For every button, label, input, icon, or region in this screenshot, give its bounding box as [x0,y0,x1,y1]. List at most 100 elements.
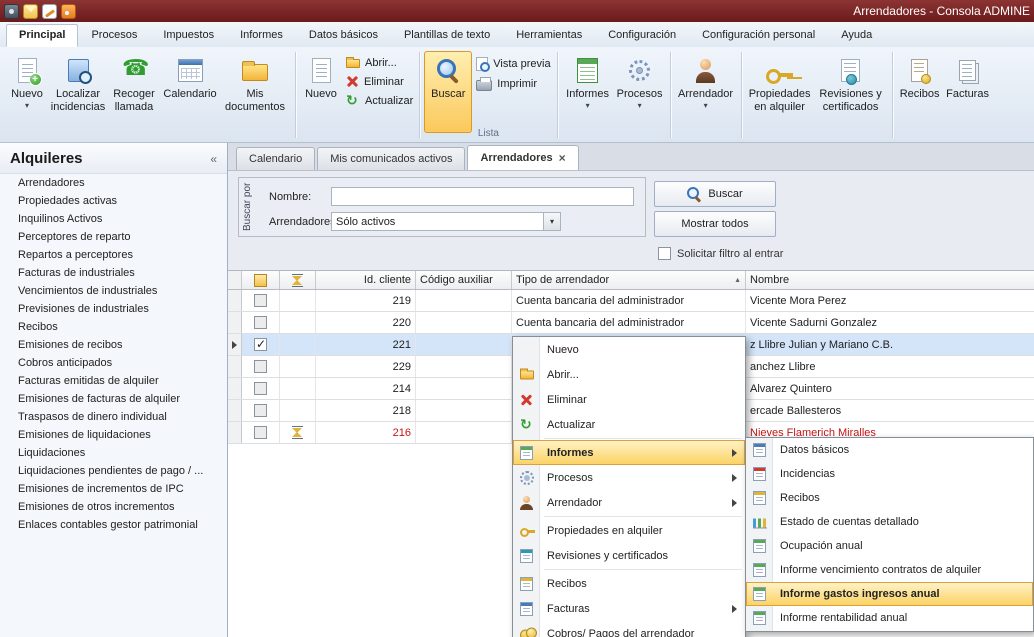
collapse-icon[interactable]: « [210,152,217,166]
ribbon-abrir-button[interactable]: Abrir... [346,56,413,69]
ribbon-imprimir-button[interactable]: Imprimir [476,77,550,91]
mostrar-todos-button[interactable]: Mostrar todos [654,211,776,237]
ribbon-localizar-incidencias-button[interactable]: Localizar incidencias [49,51,107,133]
ribbon-nuevo2-button[interactable]: Nuevo [300,51,342,133]
nombre-input[interactable] [331,187,634,206]
ctx-item-cobros-pagos[interactable]: Cobros/ Pagos del arrendador [513,621,745,637]
ribbon-actualizar-button[interactable]: Actualizar [346,92,413,109]
ribbon-tab-configuracion[interactable]: Configuración [595,24,689,47]
feed-icon[interactable] [61,3,76,19]
ribbon-mis-documentos-button[interactable]: Mis documentos [219,51,291,133]
sub-item-datos-basicos[interactable]: Datos básicos [746,438,1033,462]
ribbon-facturas-button[interactable]: Facturas [943,51,993,133]
sidebar-item-incrementos-ipc[interactable]: Emisiones de incrementos de IPC [0,480,227,498]
row-checkbox[interactable] [254,404,267,417]
col-header-tipo-arrendador[interactable]: Tipo de arrendador ▲ [512,271,746,289]
ribbon-calendario-button[interactable]: Calendario [161,51,219,133]
ctx-item-eliminar[interactable]: Eliminar [513,387,745,412]
ribbon-procesos-button[interactable]: Procesos [614,51,666,133]
sub-item-recibos[interactable]: Recibos [746,486,1033,510]
sidebar-item-arrendadores[interactable]: Arrendadores [0,174,227,192]
ctx-item-abrir[interactable]: Abrir... [513,362,745,387]
row-checkbox[interactable] [254,337,267,351]
sidebar-item-perceptores[interactable]: Perceptores de reparto [0,228,227,246]
tab-calendario[interactable]: Calendario [236,147,316,170]
col-header-checkbox[interactable] [242,271,280,289]
ribbon-tab-plantillas[interactable]: Plantillas de texto [391,24,503,47]
solicitar-filtro-checkbox[interactable] [658,247,671,260]
sub-item-vencimiento-contratos[interactable]: Informe vencimiento contratos de alquile… [746,558,1033,582]
ctx-item-actualizar[interactable]: Actualizar [513,412,745,437]
sidebar-item-propiedades-activas[interactable]: Propiedades activas [0,192,227,210]
ribbon-buscar-button[interactable]: Buscar [424,51,473,133]
sub-item-ocupacion-anual[interactable]: Ocupación anual [746,534,1033,558]
row-checkbox[interactable] [254,316,267,329]
ctx-item-facturas[interactable]: Facturas [513,596,745,621]
ribbon-vista-previa-button[interactable]: Vista previa [476,57,551,72]
app-icon[interactable] [4,3,19,19]
sub-item-incidencias[interactable]: Incidencias [746,462,1033,486]
ctx-item-recibos[interactable]: Recibos [513,571,745,596]
sub-item-gastos-ingresos-anual[interactable]: Informe gastos ingresos anual [746,582,1033,606]
ribbon-tab-configuracion-personal[interactable]: Configuración personal [689,24,828,47]
ctx-item-propiedades[interactable]: Propiedades en alquiler [513,518,745,543]
ribbon-propiedades-button[interactable]: Propiedades en alquiler [746,51,814,133]
ribbon-recibos-button[interactable]: Recibos [897,51,943,133]
mail-icon[interactable] [23,3,38,19]
sidebar-item-repartos[interactable]: Repartos a perceptores [0,246,227,264]
sidebar-item-vencimientos[interactable]: Vencimientos de industriales [0,282,227,300]
ribbon-tab-ayuda[interactable]: Ayuda [828,24,885,47]
ribbon-tab-herramientas[interactable]: Herramientas [503,24,595,47]
col-header-nombre[interactable]: Nombre [746,271,1034,289]
ribbon-tab-impuestos[interactable]: Impuestos [150,24,227,47]
sidebar-item-traspasos[interactable]: Traspasos de dinero individual [0,408,227,426]
ribbon-informes-button[interactable]: Informes [562,51,614,133]
select-all-checkbox[interactable] [254,273,267,287]
ctx-item-nuevo[interactable]: Nuevo [513,337,745,362]
sidebar-item-recibos[interactable]: Recibos [0,318,227,336]
sidebar-item-emisiones-recibos[interactable]: Emisiones de recibos [0,336,227,354]
ctx-item-revisiones[interactable]: Revisiones y certificados [513,543,745,568]
col-header-id-cliente[interactable]: Id. cliente [316,271,416,289]
sidebar-item-facturas-industriales[interactable]: Facturas de industriales [0,264,227,282]
col-header-hourglass[interactable] [280,271,316,289]
row-checkbox[interactable] [254,382,267,395]
sub-item-rentabilidad-anual[interactable]: Informe rentabilidad anual [746,606,1033,630]
sidebar-item-emisiones-liquidaciones[interactable]: Emisiones de liquidaciones [0,426,227,444]
ctx-item-procesos[interactable]: Procesos [513,465,745,490]
tab-mis-comunicados[interactable]: Mis comunicados activos [317,147,466,170]
table-row[interactable]: 219 Cuenta bancaria del administrador Vi… [228,290,1034,312]
sidebar-item-emisiones-facturas[interactable]: Emisiones de facturas de alquiler [0,390,227,408]
ribbon-nuevo-button[interactable]: Nuevo [5,51,49,133]
sidebar-item-facturas-emitidas[interactable]: Facturas emitidas de alquiler [0,372,227,390]
row-checkbox[interactable] [254,426,267,439]
row-checkbox[interactable] [254,294,267,307]
ribbon-revisiones-button[interactable]: Revisiones y certificados [814,51,888,133]
ribbon-recoger-llamada-button[interactable]: Recoger llamada [107,51,161,133]
ribbon-eliminar-button[interactable]: Eliminar [346,75,413,88]
ribbon-tab-principal[interactable]: Principal [6,24,79,47]
sidebar-item-cobros-anticipados[interactable]: Cobros anticipados [0,354,227,372]
col-header-codigo-auxiliar[interactable]: Código auxiliar [416,271,512,289]
arrendadores-filter-select[interactable]: Sólo activos [331,212,561,231]
sidebar-item-inquilinos-activos[interactable]: Inquilinos Activos [0,210,227,228]
ribbon-tab-procesos[interactable]: Procesos [78,24,150,47]
close-tab-icon[interactable]: × [559,151,566,165]
table-row[interactable]: 220 Cuenta bancaria del administrador Vi… [228,312,1034,334]
sidebar-item-otros-incrementos[interactable]: Emisiones de otros incrementos [0,498,227,516]
sub-item-estado-cuentas[interactable]: Estado de cuentas detallado [746,510,1033,534]
sidebar-item-liquidaciones-pendientes[interactable]: Liquidaciones pendientes de pago / ... [0,462,227,480]
sidebar-item-enlaces-contables[interactable]: Enlaces contables gestor patrimonial [0,516,227,534]
ribbon-tab-datos-basicos[interactable]: Datos básicos [296,24,391,47]
buscar-button[interactable]: Buscar [654,181,776,207]
sidebar-item-liquidaciones[interactable]: Liquidaciones [0,444,227,462]
ribbon-arrendador-button[interactable]: Arrendador [675,51,737,133]
sidebar-item-previsiones[interactable]: Previsiones de industriales [0,300,227,318]
ribbon-tab-informes[interactable]: Informes [227,24,296,47]
edit-note-icon[interactable] [42,3,57,19]
ctx-item-informes[interactable]: Informes [513,440,745,465]
tab-arrendadores[interactable]: Arrendadores × [467,145,579,170]
ctx-item-arrendador[interactable]: Arrendador [513,490,745,515]
chevron-down-icon[interactable] [543,213,560,230]
row-checkbox[interactable] [254,360,267,373]
